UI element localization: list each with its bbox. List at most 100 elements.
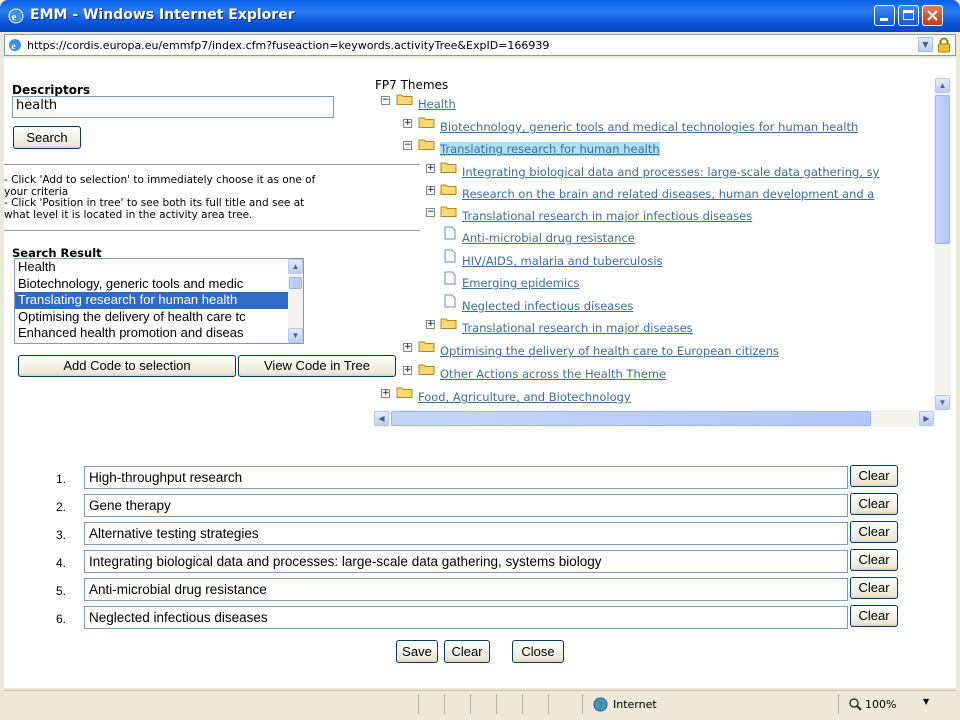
list-item[interactable]: Biotechnology, generic tools and medic bbox=[15, 276, 303, 293]
clear-selection-button[interactable]: Clear bbox=[850, 549, 898, 571]
search-result-listbox[interactable]: Health Biotechnology, generic tools and … bbox=[14, 258, 304, 344]
scroll-down-icon[interactable]: ▼ bbox=[935, 395, 950, 410]
list-item[interactable]: Enhanced health promotion and diseas bbox=[15, 325, 303, 342]
list-item[interactable]: Optimising the delivery of health care t… bbox=[15, 309, 303, 326]
help-line-1: - Click 'Add to selection' to immediatel… bbox=[4, 174, 316, 186]
status-cell bbox=[418, 694, 445, 714]
svg-text:e: e bbox=[12, 41, 16, 51]
search-button[interactable]: Search bbox=[13, 126, 81, 149]
tree-node-selected[interactable]: Translating research for human health bbox=[440, 142, 660, 156]
clear-selection-button[interactable]: Clear bbox=[850, 521, 898, 543]
url-text: https://cordis.europa.eu/emmfp7/index.cf… bbox=[27, 39, 550, 52]
tree-node[interactable]: Research on the brain and related diseas… bbox=[462, 187, 874, 201]
page-content: Descriptors health Search - Click 'Add t… bbox=[4, 58, 956, 688]
minimize-button[interactable] bbox=[874, 5, 895, 26]
tree-node[interactable]: Integrating biological data and processe… bbox=[462, 165, 879, 179]
clear-selection-button[interactable]: Clear bbox=[850, 605, 898, 627]
clear-all-button[interactable]: Clear bbox=[444, 640, 490, 663]
scroll-thumb[interactable] bbox=[289, 277, 302, 289]
tree-title: FP7 Themes bbox=[375, 78, 449, 92]
lock-icon[interactable] bbox=[937, 37, 951, 53]
maximize-icon bbox=[903, 10, 914, 20]
collapse-icon[interactable]: − bbox=[426, 208, 435, 217]
zone-cell: Internet bbox=[582, 694, 833, 714]
tree-horizontal-scrollbar[interactable]: ◀ ▶ bbox=[374, 410, 934, 427]
tree-node[interactable]: Neglected infectious diseases bbox=[462, 299, 633, 313]
tree-node[interactable]: Translational research in major diseases bbox=[462, 321, 693, 335]
tree-node[interactable]: HIV/AIDS, malaria and tuberculosis bbox=[462, 254, 663, 268]
close-button[interactable]: Close bbox=[512, 640, 564, 663]
expand-icon[interactable]: + bbox=[403, 343, 412, 352]
scroll-up-icon[interactable]: ▲ bbox=[288, 259, 303, 274]
folder-icon bbox=[440, 184, 457, 195]
tree-node[interactable]: Optimising the delivery of health care t… bbox=[440, 344, 779, 358]
divider bbox=[4, 230, 420, 231]
scroll-right-icon[interactable]: ▶ bbox=[919, 411, 934, 426]
scroll-thumb[interactable] bbox=[935, 95, 950, 244]
svg-text:e: e bbox=[12, 11, 17, 23]
browser-window: e EMM - Windows Internet Explorer e http… bbox=[0, 0, 960, 720]
tree-vertical-scrollbar[interactable]: ▲ ▼ bbox=[934, 78, 951, 410]
zoom-dropdown-icon[interactable]: ▼ bbox=[923, 697, 929, 706]
selection-field[interactable]: Alternative testing strategies bbox=[84, 522, 848, 545]
add-code-button[interactable]: Add Code to selection bbox=[18, 355, 236, 377]
save-button[interactable]: Save bbox=[396, 640, 438, 663]
selection-number: 1. bbox=[55, 472, 66, 486]
status-cell bbox=[444, 694, 471, 714]
expand-icon[interactable]: + bbox=[426, 320, 435, 329]
folder-icon bbox=[418, 117, 435, 128]
clear-selection-button[interactable]: Clear bbox=[850, 577, 898, 599]
scroll-left-icon[interactable]: ◀ bbox=[374, 411, 389, 426]
document-icon bbox=[444, 249, 456, 263]
clear-selection-button[interactable]: Clear bbox=[850, 493, 898, 515]
tree-node[interactable]: Other Actions across the Health Theme bbox=[440, 367, 666, 381]
document-icon bbox=[444, 226, 456, 240]
selection-field[interactable]: High-throughput research bbox=[84, 466, 848, 489]
internet-explorer-icon: e bbox=[8, 8, 24, 24]
collapse-icon[interactable]: − bbox=[403, 141, 412, 150]
tree-node[interactable]: Anti-microbial drug resistance bbox=[462, 231, 635, 245]
scroll-thumb[interactable] bbox=[391, 411, 871, 426]
help-text: - Click 'Add to selection' to immediatel… bbox=[4, 174, 316, 221]
help-line-3: - Click 'Position in tree' to see both i… bbox=[4, 197, 305, 209]
document-icon bbox=[444, 271, 456, 285]
selection-field[interactable]: Neglected infectious diseases bbox=[84, 606, 848, 629]
selection-field[interactable]: Gene therapy bbox=[84, 494, 848, 517]
folder-icon bbox=[418, 341, 435, 352]
tree-node[interactable]: Food, Agriculture, and Biotechnology bbox=[418, 390, 631, 404]
expand-icon[interactable]: + bbox=[403, 119, 412, 128]
scroll-down-icon[interactable]: ▼ bbox=[288, 328, 303, 343]
collapse-icon[interactable]: − bbox=[381, 96, 390, 105]
expand-icon[interactable]: + bbox=[381, 389, 390, 398]
scroll-up-icon[interactable]: ▲ bbox=[935, 78, 950, 93]
folder-icon bbox=[396, 387, 413, 398]
maximize-button[interactable] bbox=[898, 5, 919, 26]
address-dropdown-button[interactable]: ▼ bbox=[918, 37, 933, 52]
list-item[interactable]: Health bbox=[15, 259, 303, 276]
selection-field[interactable]: Anti-microbial drug resistance bbox=[84, 578, 848, 601]
address-bar[interactable]: e https://cordis.europa.eu/emmfp7/index.… bbox=[4, 34, 956, 56]
folder-icon bbox=[440, 162, 457, 173]
descriptors-input[interactable]: health bbox=[12, 96, 334, 118]
listbox-scrollbar[interactable]: ▲ ▼ bbox=[288, 259, 303, 343]
tree-node[interactable]: Biotechnology, generic tools and medical… bbox=[440, 120, 858, 134]
expand-icon[interactable]: + bbox=[403, 366, 412, 375]
expand-icon[interactable]: + bbox=[426, 186, 435, 195]
tree-node[interactable]: Translational research in major infectio… bbox=[462, 209, 752, 223]
folder-icon bbox=[418, 139, 435, 150]
selection-field[interactable]: Integrating biological data and processe… bbox=[84, 550, 848, 573]
zoom-cell[interactable]: 100% ▼ bbox=[838, 694, 949, 714]
list-item-selected[interactable]: Translating research for human health bbox=[15, 292, 303, 309]
close-window-button[interactable] bbox=[922, 5, 943, 26]
tree-node[interactable]: Emerging epidemics bbox=[462, 276, 579, 290]
descriptors-label: Descriptors bbox=[12, 83, 91, 97]
minimize-icon bbox=[880, 18, 888, 21]
document-icon bbox=[444, 294, 456, 308]
title-bar[interactable]: e EMM - Windows Internet Explorer bbox=[0, 0, 960, 32]
status-cell bbox=[522, 694, 549, 714]
expand-icon[interactable]: + bbox=[426, 164, 435, 173]
clear-selection-button[interactable]: Clear bbox=[850, 465, 898, 487]
zone-label: Internet bbox=[613, 698, 657, 711]
selection-number: 4. bbox=[55, 556, 66, 570]
tree-node[interactable]: Health bbox=[418, 97, 456, 111]
